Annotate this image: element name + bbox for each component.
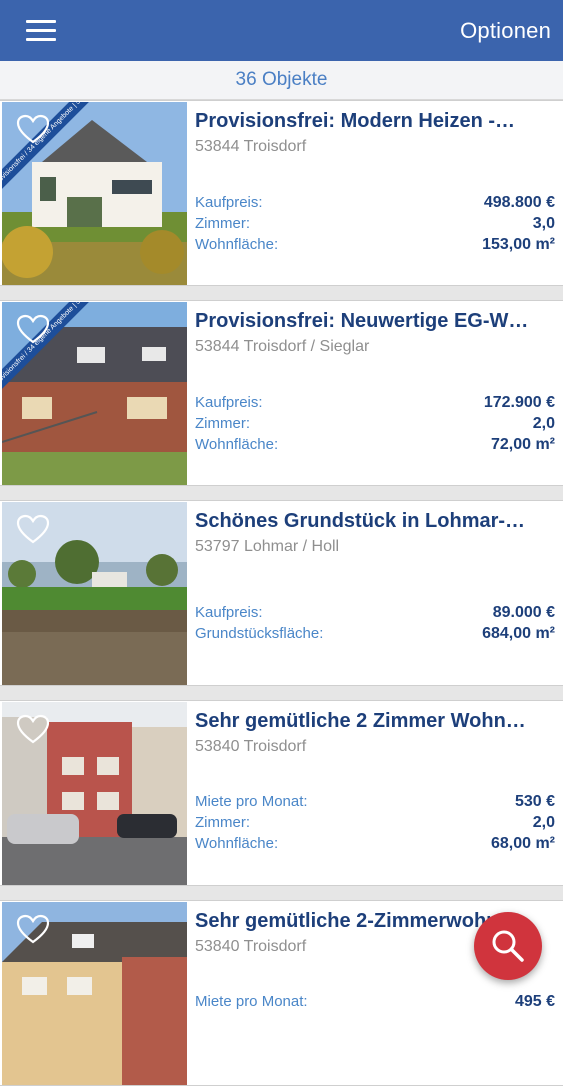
- detail-row: Kaufpreis: 172.900 €: [195, 392, 555, 413]
- listing-card[interactable]: provisionsfrei / 34 eigene Angebote | 53…: [0, 100, 563, 286]
- listing-details: Kaufpreis: 172.900 € Zimmer: 2,0 Wohnflä…: [195, 392, 555, 455]
- favorite-heart-icon[interactable]: [16, 914, 50, 944]
- favorite-heart-icon[interactable]: [16, 514, 50, 544]
- detail-label: Zimmer:: [195, 415, 250, 432]
- listing-location: 53840 Troisdorf: [195, 938, 307, 955]
- detail-label: Miete pro Monat:: [195, 793, 308, 810]
- favorite-heart-icon[interactable]: [16, 714, 50, 744]
- detail-value: 530 €: [514, 793, 555, 810]
- detail-value: 72,00 m²: [490, 436, 555, 453]
- detail-value: 684,00 m²: [482, 625, 555, 642]
- listing-card[interactable]: provisionsfrei / 34 eigene Angebote | 53…: [0, 300, 563, 486]
- detail-row: Wohnfläche: 153,00 m²: [195, 234, 555, 255]
- listing-info: Provisionsfrei: Modern Heizen -… 53844 T…: [195, 101, 555, 285]
- listing-title: Provisionsfrei: Neuwertige EG-W…: [195, 310, 529, 332]
- listing-details: Miete pro Monat: 530 € Zimmer: 2,0 Wohnf…: [195, 791, 555, 854]
- favorite-heart-icon[interactable]: [16, 114, 50, 144]
- detail-label: Zimmer:: [195, 814, 250, 831]
- detail-value: 498.800 €: [483, 194, 555, 211]
- listing-title: Provisionsfrei: Modern Heizen -…: [195, 110, 516, 132]
- detail-value: 89.000 €: [492, 604, 555, 621]
- listing-photo: [2, 502, 187, 685]
- detail-value: 153,00 m²: [482, 236, 555, 253]
- result-count: 36 Objekte: [0, 61, 563, 100]
- detail-row: Miete pro Monat: 495 €: [195, 991, 555, 1012]
- detail-label: Miete pro Monat:: [195, 993, 308, 1010]
- listing-details: Kaufpreis: 498.800 € Zimmer: 3,0 Wohnflä…: [195, 192, 555, 255]
- listing-info: Schönes Grundstück in Lohmar-… 53797 Loh…: [195, 501, 555, 685]
- listing-location: 53797 Lohmar / Holl: [195, 538, 340, 555]
- listing-photo: [2, 902, 187, 1085]
- listing-location: 53844 Troisdorf / Sieglar: [195, 338, 370, 355]
- listing-photo: provisionsfrei / 34 eigene Angebote | 53…: [2, 302, 187, 485]
- listing-card[interactable]: Schönes Grundstück in Lohmar-… 53797 Loh…: [0, 500, 563, 686]
- magnifier-icon: [492, 930, 524, 962]
- favorite-heart-icon[interactable]: [16, 314, 50, 344]
- listing-location: 53840 Troisdorf: [195, 738, 307, 755]
- detail-value: 2,0: [532, 814, 555, 831]
- options-button[interactable]: Optionen: [460, 18, 551, 44]
- detail-label: Kaufpreis:: [195, 194, 263, 211]
- listing-details: Kaufpreis: 89.000 € Grundstücksfläche: 6…: [195, 602, 555, 644]
- detail-value: 2,0: [532, 415, 555, 432]
- detail-row: Zimmer: 3,0: [195, 213, 555, 234]
- detail-value: 68,00 m²: [490, 835, 555, 852]
- listing-photo: provisionsfrei / 34 eigene Angebote | 53…: [2, 102, 187, 285]
- detail-value: 495 €: [514, 993, 555, 1010]
- listing-location: 53844 Troisdorf: [195, 138, 307, 155]
- detail-row: Grundstücksfläche: 684,00 m²: [195, 623, 555, 644]
- detail-row: Kaufpreis: 498.800 €: [195, 192, 555, 213]
- listing-photo: [2, 702, 187, 885]
- detail-value: 3,0: [532, 215, 555, 232]
- detail-label: Wohnfläche:: [195, 436, 279, 453]
- listing-title: Sehr gemütliche 2 Zimmer Wohn…: [195, 710, 526, 732]
- detail-row: Kaufpreis: 89.000 €: [195, 602, 555, 623]
- listing-details: Miete pro Monat: 495 €: [195, 991, 555, 1012]
- listing-title: Schönes Grundstück in Lohmar-…: [195, 510, 526, 532]
- listing-card[interactable]: Sehr gemütliche 2 Zimmer Wohn… 53840 Tro…: [0, 700, 563, 886]
- listing-info: Provisionsfrei: Neuwertige EG-W… 53844 T…: [195, 301, 555, 485]
- detail-value: 172.900 €: [483, 394, 555, 411]
- detail-label: Kaufpreis:: [195, 604, 263, 621]
- search-button[interactable]: [474, 912, 542, 980]
- detail-row: Zimmer: 2,0: [195, 413, 555, 434]
- detail-label: Grundstücksfläche:: [195, 625, 324, 642]
- detail-row: Miete pro Monat: 530 €: [195, 791, 555, 812]
- detail-row: Wohnfläche: 68,00 m²: [195, 833, 555, 854]
- detail-label: Wohnfläche:: [195, 835, 279, 852]
- detail-label: Zimmer:: [195, 215, 250, 232]
- detail-row: Zimmer: 2,0: [195, 812, 555, 833]
- listing-info: Sehr gemütliche 2 Zimmer Wohn… 53840 Tro…: [195, 701, 555, 885]
- menu-icon[interactable]: [26, 19, 56, 42]
- detail-label: Wohnfläche:: [195, 236, 279, 253]
- detail-row: Wohnfläche: 72,00 m²: [195, 434, 555, 455]
- detail-label: Kaufpreis:: [195, 394, 263, 411]
- top-bar: Optionen: [0, 0, 563, 61]
